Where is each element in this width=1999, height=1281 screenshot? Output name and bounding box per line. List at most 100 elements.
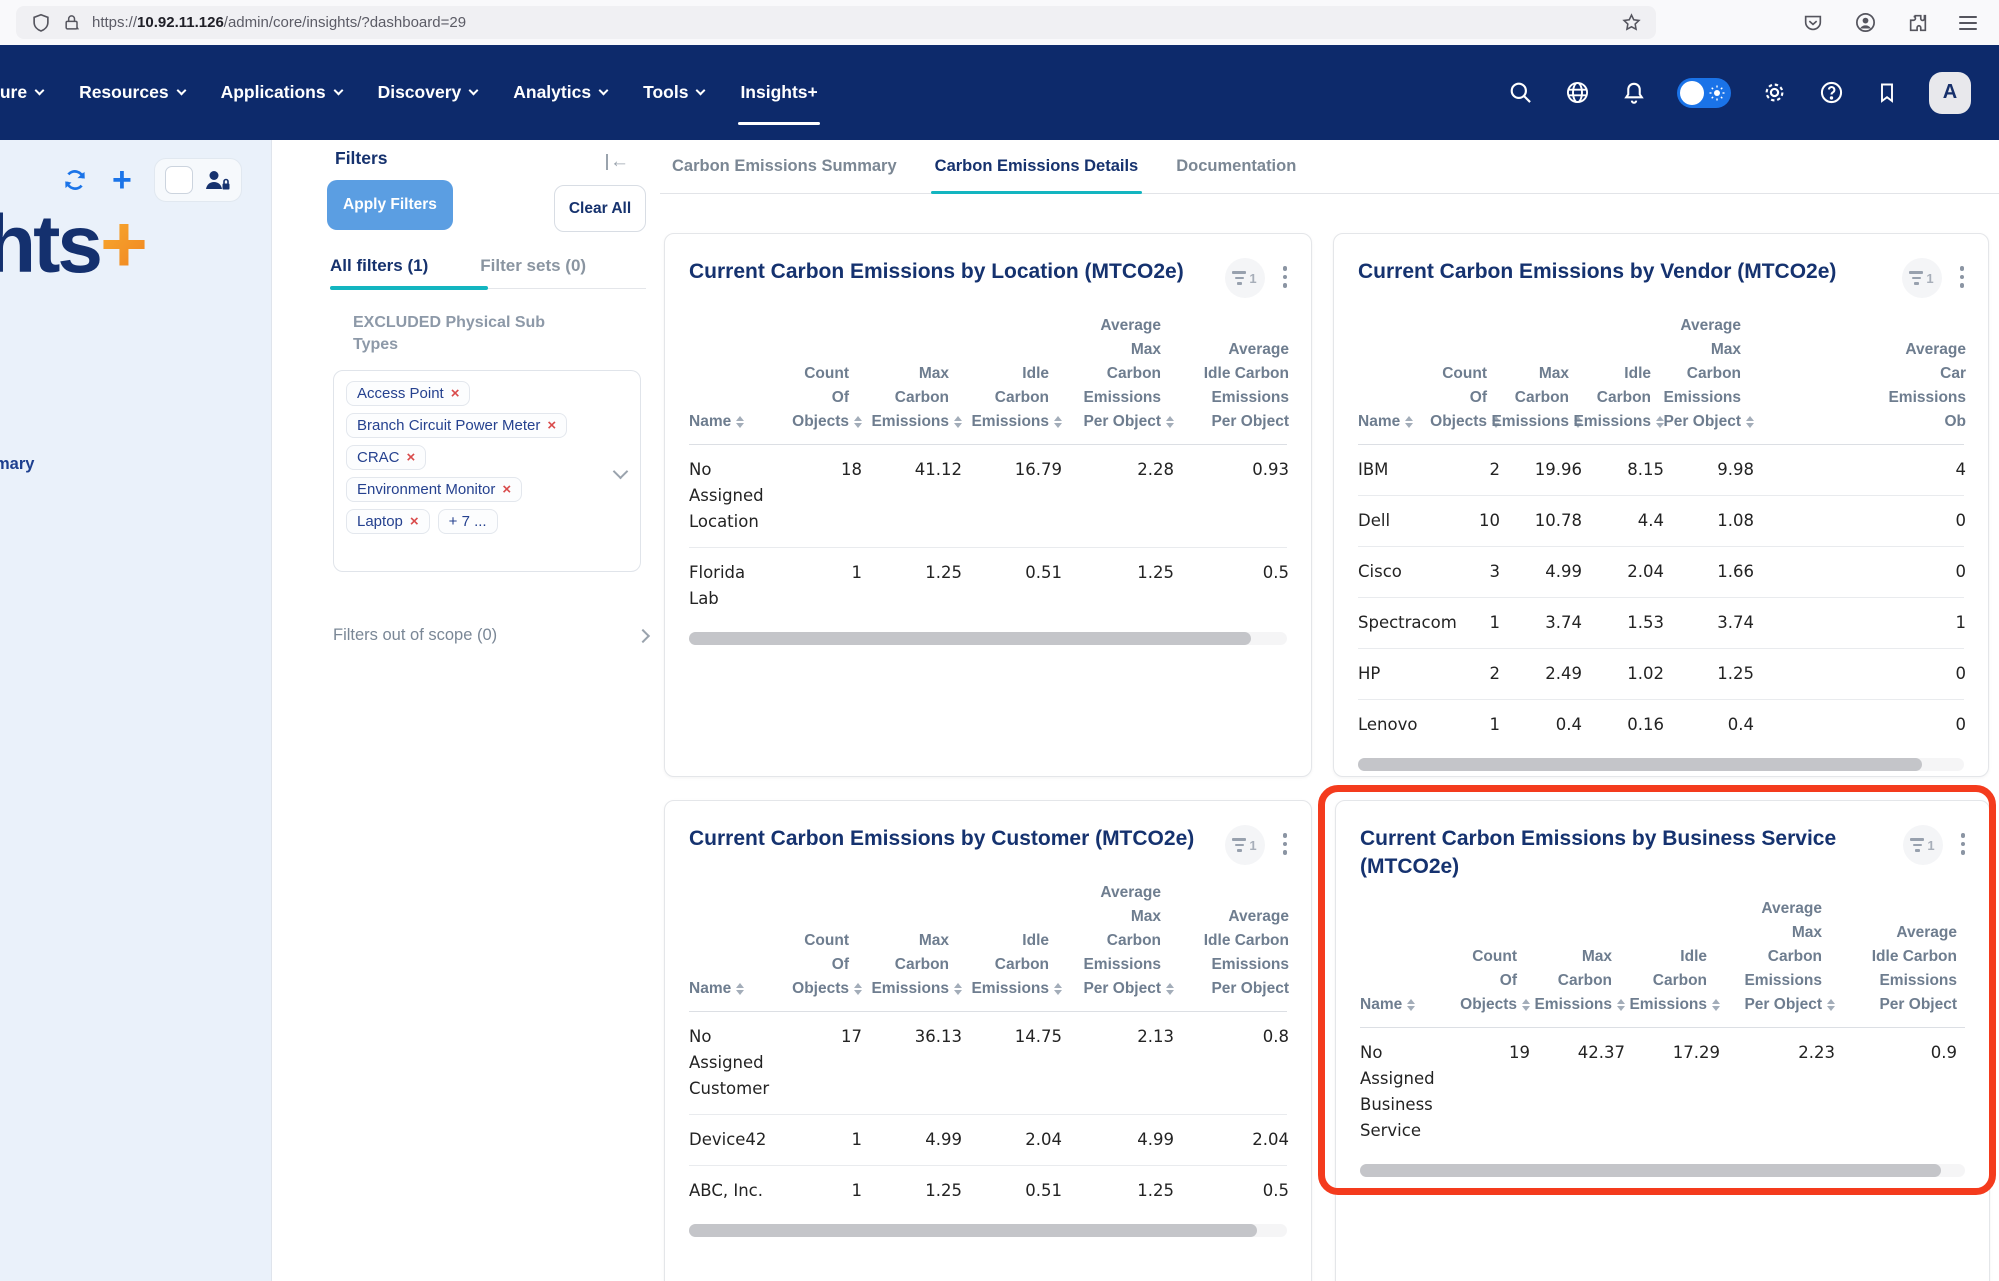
more-options-icon[interactable] — [1960, 266, 1965, 288]
tab-filter-sets[interactable]: Filter sets (0) — [480, 256, 586, 276]
shield-icon[interactable] — [30, 12, 52, 34]
remove-chip-icon[interactable]: × — [547, 417, 556, 434]
column-header[interactable]: Average Max Carbon Emissions Per Object — [1062, 314, 1174, 434]
column-header[interactable]: Idle Carbon Emissions — [962, 929, 1062, 1001]
nav-item-analytics[interactable]: Analytics — [513, 82, 607, 103]
settings-gear-icon[interactable] — [1761, 79, 1788, 106]
column-header[interactable]: Average Max Carbon Emissions Per Object — [1664, 314, 1754, 434]
column-header[interactable]: Max Carbon Emissions — [862, 362, 962, 434]
filter-chip[interactable]: Access Point× — [346, 381, 470, 406]
nav-item-applications[interactable]: Applications — [221, 82, 342, 103]
filter-chip[interactable]: Laptop× — [346, 509, 430, 534]
sort-icon[interactable] — [854, 416, 862, 428]
pocket-icon[interactable] — [1802, 12, 1824, 34]
filter-chip[interactable]: Environment Monitor× — [346, 477, 522, 502]
column-header[interactable]: Name — [1360, 993, 1450, 1017]
sort-icon[interactable] — [1054, 416, 1062, 428]
tab-carbon-emissions-summary[interactable]: Carbon Emissions Summary — [672, 157, 897, 176]
filter-chip[interactable]: Branch Circuit Power Meter× — [346, 413, 567, 438]
remove-chip-icon[interactable]: × — [407, 449, 416, 466]
column-header[interactable]: Count Of Objects — [1450, 945, 1530, 1017]
sort-icon[interactable] — [1746, 416, 1754, 428]
apply-filters-button[interactable]: Apply Filters — [327, 180, 453, 230]
more-options-icon[interactable] — [1283, 833, 1288, 855]
checkbox[interactable] — [165, 166, 193, 194]
scrollbar-thumb[interactable] — [689, 632, 1251, 645]
column-header[interactable]: Name — [689, 977, 774, 1001]
sort-icon[interactable] — [854, 983, 862, 995]
globe-icon[interactable] — [1564, 79, 1591, 106]
user-lock-icon[interactable] — [203, 167, 231, 193]
add-icon[interactable]: + — [112, 166, 132, 194]
nav-item-insights-plus[interactable]: Insights+ — [740, 82, 817, 103]
more-options-icon[interactable] — [1283, 266, 1288, 288]
tab-documentation[interactable]: Documentation — [1176, 157, 1296, 176]
help-icon[interactable] — [1818, 79, 1845, 106]
column-header[interactable]: Idle Carbon Emissions — [1625, 945, 1720, 1017]
more-options-icon[interactable] — [1961, 833, 1966, 855]
url-bar[interactable]: https://10.92.11.126/admin/core/insights… — [16, 6, 1656, 39]
bookmark-star-icon[interactable] — [1621, 12, 1642, 33]
column-header[interactable]: Average Max Carbon Emissions Per Object — [1062, 881, 1174, 1001]
nav-item-tools[interactable]: Tools — [643, 82, 704, 103]
column-header[interactable]: Count Of Objects — [774, 929, 862, 1001]
horizontal-scrollbar[interactable] — [689, 632, 1287, 645]
sidebar-item-summary-truncated[interactable]: mary — [0, 455, 34, 474]
filter-icon[interactable]: 1 — [1225, 258, 1265, 298]
notifications-bell-icon[interactable] — [1621, 80, 1647, 106]
column-header[interactable]: Max Carbon Emissions — [1500, 362, 1582, 434]
account-icon[interactable] — [1854, 11, 1877, 34]
horizontal-scrollbar[interactable] — [1358, 758, 1964, 771]
filter-icon[interactable]: 1 — [1902, 258, 1942, 298]
filter-icon[interactable]: 1 — [1903, 825, 1943, 865]
remove-chip-icon[interactable]: × — [502, 481, 511, 498]
tab-carbon-emissions-details[interactable]: Carbon Emissions Details — [935, 157, 1139, 176]
remove-chip-icon[interactable]: × — [410, 513, 419, 530]
sort-icon[interactable] — [736, 416, 744, 428]
theme-toggle[interactable] — [1677, 78, 1731, 108]
column-header[interactable]: Max Carbon Emissions — [862, 929, 962, 1001]
nav-item-resources[interactable]: Resources — [79, 82, 185, 103]
sort-icon[interactable] — [1827, 999, 1835, 1011]
user-avatar[interactable]: A — [1929, 72, 1971, 114]
column-header[interactable]: Count Of Objects — [774, 362, 862, 434]
sort-icon[interactable] — [1166, 983, 1174, 995]
column-header[interactable]: Name — [689, 410, 774, 434]
remove-chip-icon[interactable]: × — [451, 385, 460, 402]
refresh-icon[interactable] — [60, 165, 90, 195]
menu-icon[interactable] — [1959, 16, 1977, 30]
sort-icon[interactable] — [1054, 983, 1062, 995]
sort-icon[interactable] — [1166, 416, 1174, 428]
nav-item-infrastructure-truncated[interactable]: ture — [0, 82, 43, 103]
search-icon[interactable] — [1507, 79, 1534, 106]
sort-icon[interactable] — [1522, 999, 1530, 1011]
scrollbar-thumb[interactable] — [689, 1224, 1257, 1237]
sort-icon[interactable] — [736, 983, 744, 995]
filter-icon[interactable]: 1 — [1225, 825, 1265, 865]
sort-icon[interactable] — [1407, 999, 1415, 1011]
filter-chip[interactable]: CRAC× — [346, 445, 426, 470]
tab-all-filters[interactable]: All filters (1) — [330, 256, 428, 276]
filters-out-of-scope[interactable]: Filters out of scope (0) — [333, 626, 648, 645]
scrollbar-thumb[interactable] — [1360, 1164, 1941, 1177]
column-header[interactable]: Max Carbon Emissions — [1530, 945, 1625, 1017]
sort-icon[interactable] — [1405, 416, 1413, 428]
more-chips-badge[interactable]: + 7 ... — [438, 509, 498, 534]
sort-icon[interactable] — [1712, 999, 1720, 1011]
horizontal-scrollbar[interactable] — [689, 1224, 1287, 1237]
clear-all-button[interactable]: Clear All — [554, 185, 646, 232]
nav-item-discovery[interactable]: Discovery — [378, 82, 478, 103]
column-header[interactable]: Name — [1358, 410, 1428, 434]
sort-icon[interactable] — [954, 983, 962, 995]
column-header[interactable]: Idle Carbon Emissions — [962, 362, 1062, 434]
extensions-puzzle-icon[interactable] — [1907, 12, 1929, 34]
url-text[interactable]: https://10.92.11.126/admin/core/insights… — [92, 14, 466, 31]
collapse-panel-icon[interactable]: ← — [606, 154, 629, 170]
sort-icon[interactable] — [954, 416, 962, 428]
column-header[interactable]: Count Of Objects — [1428, 362, 1500, 434]
bookmark-icon[interactable] — [1875, 81, 1899, 105]
lock-icon[interactable] — [62, 13, 82, 33]
column-header[interactable]: Idle Carbon Emissions — [1582, 362, 1664, 434]
scrollbar-thumb[interactable] — [1358, 758, 1922, 771]
sort-icon[interactable] — [1617, 999, 1625, 1011]
